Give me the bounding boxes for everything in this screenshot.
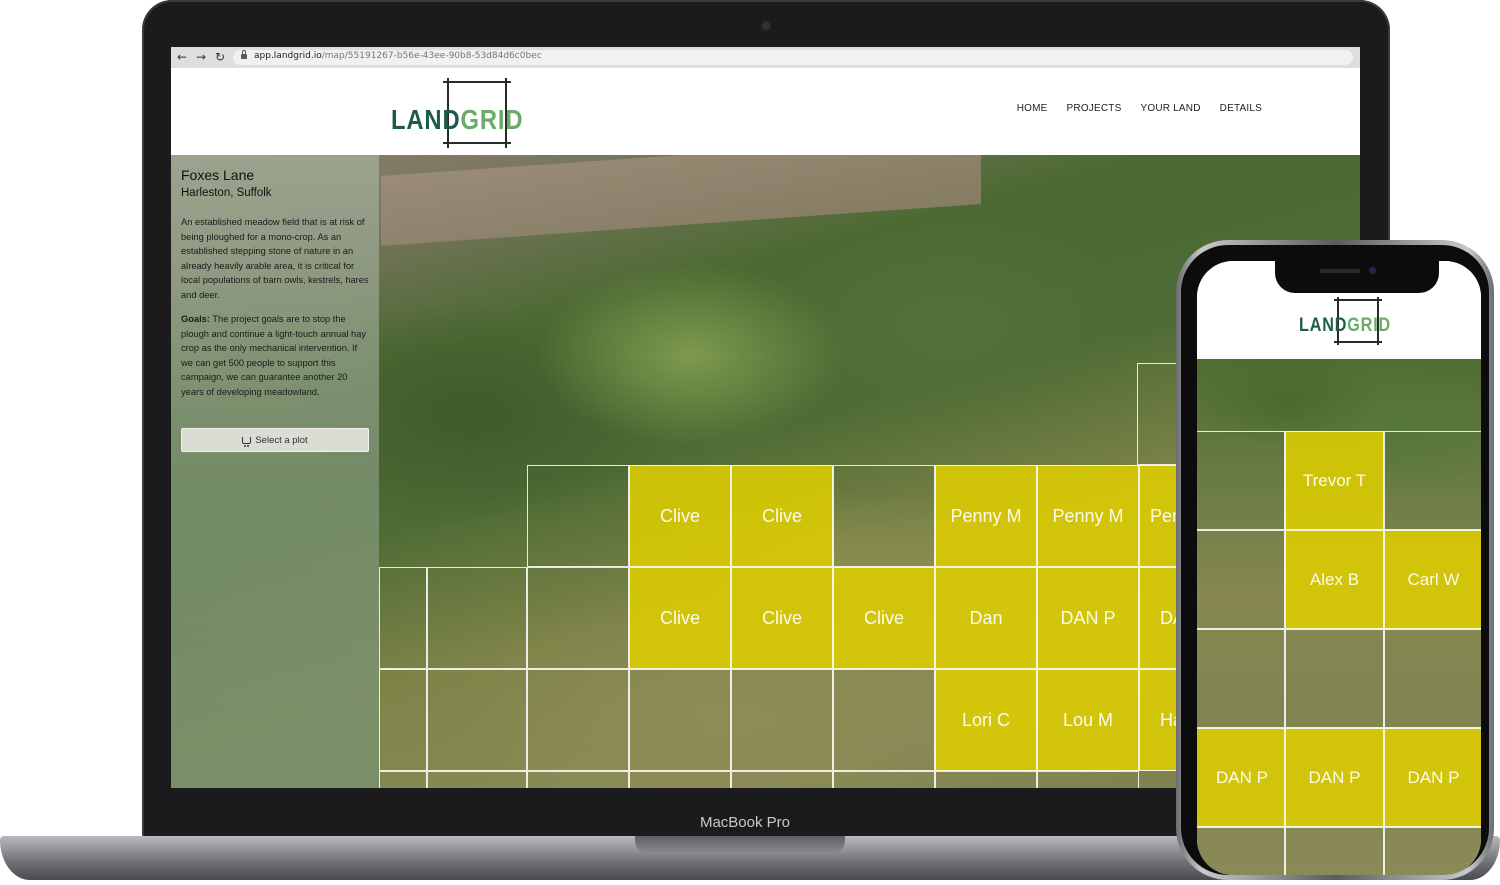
plot-cell-taken[interactable]: Lori C — [935, 669, 1037, 771]
plot-cell-taken[interactable]: DAN P — [1037, 567, 1139, 669]
cart-icon — [242, 436, 252, 447]
project-location: Harleston, Suffolk — [181, 187, 272, 199]
phone-bezel: LANDGRID Trevor T Alex B Carl W DAN P DA… — [1181, 245, 1489, 875]
landgrid-logo[interactable]: LANDGRID — [391, 78, 523, 148]
plot-cell[interactable] — [379, 567, 427, 669]
back-arrow-icon[interactable]: ← — [177, 49, 187, 65]
plot-cell[interactable] — [1197, 827, 1285, 875]
plot-cell[interactable] — [1197, 431, 1285, 530]
site-header: LANDGRID HOME PROJECTS YOUR LAND DETAILS — [171, 68, 1360, 156]
logo-wordmark: LANDGRID — [391, 104, 524, 135]
lock-icon — [241, 50, 247, 59]
plot-cell-taken[interactable]: Clive — [629, 465, 731, 567]
plot-cell[interactable] — [527, 771, 629, 788]
plot-cell[interactable] — [833, 465, 935, 567]
nav-details[interactable]: DETAILS — [1220, 103, 1262, 114]
logo-frame-line — [1334, 299, 1382, 301]
project-goals: Goals: The project goals are to stop the… — [181, 312, 369, 399]
plot-cell[interactable] — [1384, 431, 1481, 530]
plot-cell-taken[interactable]: Trevor T — [1285, 431, 1384, 530]
plot-cell-taken[interactable]: DAN P — [1197, 728, 1285, 827]
logo-frame-line — [443, 142, 511, 144]
plot-cell[interactable] — [935, 771, 1037, 788]
logo-frame-line — [443, 81, 511, 83]
plot-cell[interactable] — [527, 567, 629, 669]
project-description: An established meadow field that is at r… — [181, 217, 369, 300]
select-plot-button[interactable]: Select a plot — [181, 428, 369, 452]
project-title: Foxes Lane — [181, 167, 255, 183]
laptop-hinge-notch — [635, 836, 845, 854]
url-path: /map/55191267-b56e-43ee-90b8-53d84d6c0be… — [321, 51, 542, 61]
browser-toolbar: ← → ↻ app.landgrid.io/map/55191267-b56e-… — [171, 47, 1360, 69]
main-nav: HOME PROJECTS YOUR LAND DETAILS — [1017, 103, 1262, 114]
landgrid-logo[interactable]: LANDGRID — [1299, 297, 1390, 345]
plot-cell-taken[interactable]: Clive — [731, 465, 833, 567]
phone-screen: LANDGRID Trevor T Alex B Carl W DAN P DA… — [1197, 261, 1481, 875]
plot-cell[interactable] — [1384, 827, 1481, 875]
camera-icon — [1369, 267, 1376, 274]
plot-cell[interactable] — [427, 771, 527, 788]
forward-arrow-icon[interactable]: → — [196, 49, 206, 65]
speaker-icon — [1320, 269, 1360, 273]
plot-cell[interactable] — [629, 771, 731, 788]
phone-notch — [1275, 261, 1439, 293]
plot-cell[interactable] — [427, 567, 527, 669]
goals-text: The project goals are to stop the plough… — [181, 314, 367, 397]
plot-cell-taken[interactable]: Carl W — [1384, 530, 1481, 629]
plot-cell-taken[interactable]: Penny M — [1037, 465, 1139, 567]
plot-cell[interactable] — [1285, 629, 1384, 728]
plot-cell-taken[interactable]: DAN P — [1285, 728, 1384, 827]
project-sidebar: Foxes Lane Harleston, Suffolk An establi… — [171, 155, 379, 788]
plot-cell[interactable] — [629, 669, 731, 771]
plot-cell-taken[interactable]: Clive — [731, 567, 833, 669]
plot-cell[interactable] — [427, 669, 527, 771]
plot-cell[interactable] — [833, 669, 935, 771]
plot-cell[interactable] — [1197, 530, 1285, 629]
plot-cell-taken[interactable]: Lou M — [1037, 669, 1139, 771]
plot-cell[interactable] — [833, 771, 935, 788]
nav-projects[interactable]: PROJECTS — [1067, 103, 1122, 114]
nav-your-land[interactable]: YOUR LAND — [1141, 103, 1201, 114]
plot-cell[interactable] — [731, 771, 833, 788]
plot-cell[interactable] — [527, 465, 629, 567]
phone-frame: LANDGRID Trevor T Alex B Carl W DAN P DA… — [1176, 240, 1494, 880]
plot-cell-taken[interactable]: Penny M — [935, 465, 1037, 567]
plot-cell-taken[interactable]: Alex B — [1285, 530, 1384, 629]
goals-label: Goals: — [181, 314, 210, 324]
camera-icon — [762, 22, 770, 30]
plot-cell-taken[interactable]: DAN P — [1384, 728, 1481, 827]
reload-icon[interactable]: ↻ — [215, 49, 225, 65]
plot-cell-taken[interactable]: Clive — [629, 567, 731, 669]
plot-cell[interactable] — [379, 669, 427, 771]
plot-cell-taken[interactable]: Dan — [935, 567, 1037, 669]
plot-cell[interactable] — [379, 771, 427, 788]
select-plot-label: Select a plot — [255, 434, 308, 446]
plot-cell[interactable] — [527, 669, 629, 771]
plot-cell[interactable] — [1197, 629, 1285, 728]
url-host: app.landgrid.io — [254, 51, 322, 61]
plot-cell[interactable] — [1037, 771, 1139, 788]
laptop-model-label: MacBook Pro — [699, 814, 791, 831]
logo-wordmark: LANDGRID — [1299, 315, 1392, 336]
logo-frame-line — [1334, 341, 1382, 343]
url-text[interactable]: app.landgrid.io/map/55191267-b56e-43ee-9… — [254, 51, 542, 61]
plot-cell[interactable] — [731, 669, 833, 771]
plot-cell[interactable] — [1285, 827, 1384, 875]
plot-cell[interactable] — [1384, 629, 1481, 728]
nav-home[interactable]: HOME — [1017, 103, 1048, 114]
plot-cell-taken[interactable]: Clive — [833, 567, 935, 669]
phone-aerial-map[interactable]: Trevor T Alex B Carl W DAN P DAN P DAN P — [1197, 359, 1481, 875]
